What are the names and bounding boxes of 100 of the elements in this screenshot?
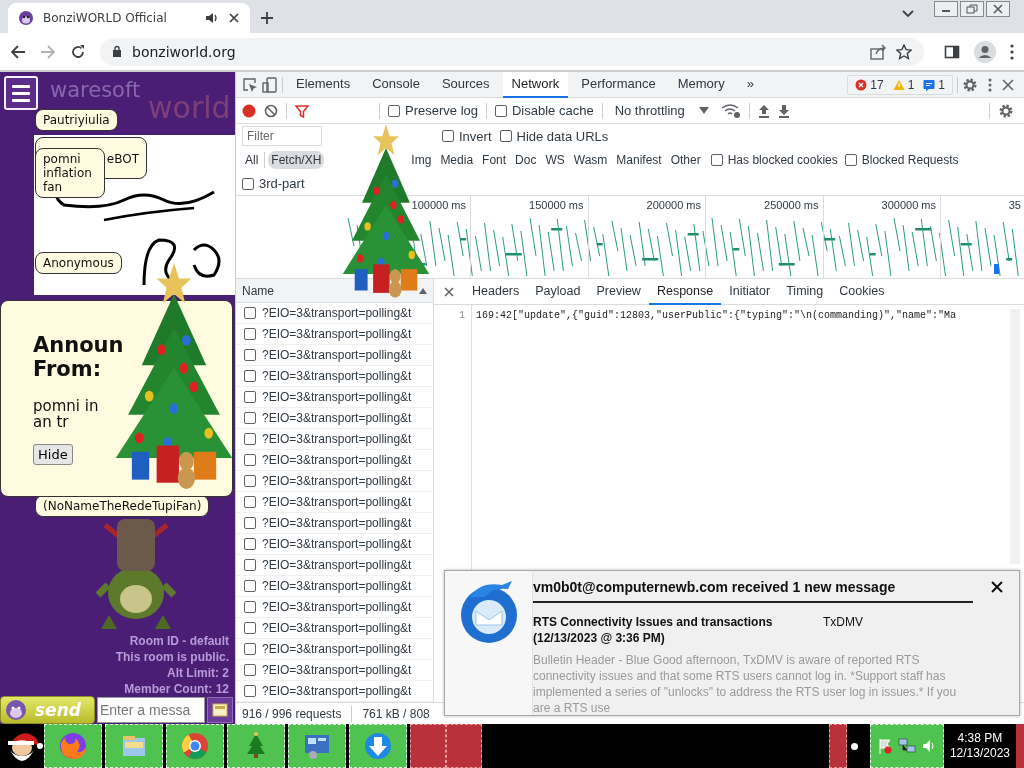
checkbox[interactable] (244, 349, 256, 361)
checkbox[interactable] (499, 130, 512, 142)
request-name[interactable]: ?EIO=3&transport=polling&t (262, 432, 412, 446)
profile-icon[interactable] (974, 40, 996, 63)
filter-input[interactable]: Filter (242, 126, 322, 146)
request-name[interactable]: ?EIO=3&transport=polling&t (262, 495, 412, 509)
panel-tab[interactable]: Console (363, 71, 429, 98)
checkbox[interactable] (244, 475, 256, 487)
share-icon[interactable] (870, 43, 886, 60)
checkbox[interactable] (244, 433, 256, 445)
panel-tab[interactable]: Network (502, 71, 569, 98)
type-filter[interactable]: Wasm (570, 151, 611, 169)
checkbox[interactable] (495, 104, 507, 117)
detail-tab[interactable]: Preview (588, 278, 649, 305)
settings-icon[interactable] (998, 102, 1014, 119)
chevron-down-icon[interactable] (902, 10, 914, 18)
checkbox[interactable] (244, 496, 256, 508)
request-name[interactable]: ?EIO=3&transport=polling&t (262, 684, 412, 698)
image-button[interactable] (207, 697, 233, 723)
throttling-dropdown[interactable]: No throttling (610, 103, 713, 118)
detail-tab[interactable]: Timing (778, 278, 832, 305)
detail-tab[interactable]: Cookies (831, 278, 893, 305)
checkbox-option[interactable]: Has blocked cookies (710, 153, 838, 167)
request-name[interactable]: ?EIO=3&transport=polling&t (262, 600, 412, 614)
sort-up-icon[interactable] (419, 287, 427, 294)
request-name[interactable]: ?EIO=3&transport=polling&t (262, 537, 412, 551)
close-icon[interactable] (228, 12, 240, 24)
reload-icon[interactable] (70, 43, 86, 60)
checkbox[interactable] (244, 601, 256, 613)
request-name[interactable]: ?EIO=3&transport=polling&t (262, 348, 412, 362)
record-icon[interactable] (242, 103, 256, 118)
clear-icon[interactable] (264, 103, 278, 118)
inspect-icon[interactable] (242, 76, 258, 93)
checkbox-option[interactable]: Disable cache (495, 103, 594, 118)
type-filter[interactable]: Doc (512, 151, 540, 169)
flag-icon[interactable] (877, 738, 892, 754)
request-name[interactable]: ?EIO=3&transport=polling&t (262, 558, 412, 572)
request-name[interactable]: ?EIO=3&transport=polling&t (262, 474, 412, 488)
speaker-icon[interactable] (205, 11, 219, 25)
request-name[interactable]: ?EIO=3&transport=polling&t (262, 663, 412, 677)
request-name[interactable]: ?EIO=3&transport=polling&t (262, 453, 412, 467)
close-button[interactable] (986, 1, 1010, 17)
request-name[interactable]: ?EIO=3&transport=polling&t (262, 621, 412, 635)
new-tab-icon[interactable] (260, 11, 274, 25)
more-tabs-button[interactable]: » (737, 71, 763, 98)
panel-tab[interactable]: Elements (287, 71, 360, 98)
checkbox[interactable] (442, 130, 454, 142)
checkbox[interactable] (844, 154, 857, 166)
checkbox[interactable] (244, 643, 256, 655)
request-name[interactable]: ?EIO=3&transport=polling&t (262, 390, 412, 404)
request-name[interactable]: ?EIO=3&transport=polling&t (262, 516, 412, 530)
checkbox[interactable] (244, 307, 256, 319)
panel-tab[interactable]: Sources (432, 71, 499, 98)
detail-tab[interactable]: Initiator (721, 278, 779, 305)
checkbox[interactable] (244, 664, 256, 676)
message-input[interactable]: Enter a messa (97, 697, 205, 723)
star-icon[interactable] (896, 43, 912, 60)
close-icon[interactable] (444, 286, 454, 297)
type-filter[interactable]: Media (437, 151, 477, 169)
request-name[interactable]: ?EIO=3&transport=polling&t (262, 642, 412, 656)
hide-button[interactable]: Hide (33, 444, 73, 465)
checkbox-option[interactable]: Invert (442, 128, 492, 144)
type-filter[interactable]: All (242, 151, 262, 169)
side-panel-icon[interactable] (944, 43, 960, 60)
request-name[interactable]: ?EIO=3&transport=polling&t (262, 411, 412, 425)
filter-icon[interactable] (295, 103, 309, 118)
type-filter[interactable]: Img (408, 151, 435, 169)
checkbox[interactable] (242, 177, 254, 190)
checkbox[interactable] (244, 517, 256, 529)
panel-tab[interactable]: Performance (572, 71, 665, 98)
settings-icon[interactable] (962, 76, 978, 93)
checkbox[interactable] (388, 104, 400, 117)
type-filter[interactable]: Manifest (613, 151, 665, 169)
type-filter[interactable]: Fetch/XH (268, 151, 325, 169)
checkbox[interactable] (244, 370, 256, 382)
network-conditions-icon[interactable] (720, 102, 741, 119)
checkbox-option[interactable]: Blocked Requests (844, 153, 959, 167)
request-name[interactable]: ?EIO=3&transport=polling&t (262, 306, 412, 320)
back-arrow-icon[interactable] (10, 43, 26, 60)
detail-tab[interactable]: Response (648, 278, 722, 305)
minimize-button[interactable] (934, 1, 958, 17)
device-toolbar-icon[interactable] (262, 76, 278, 93)
issues-badges[interactable]: 17 1 1 (847, 74, 953, 95)
panel-tab[interactable]: Memory (668, 71, 734, 98)
close-icon[interactable] (991, 581, 1003, 593)
checkbox[interactable] (710, 154, 723, 166)
address-bar[interactable]: bonziworld.org (100, 37, 924, 66)
type-filter[interactable]: WS (542, 151, 568, 169)
upload-icon[interactable] (757, 103, 770, 118)
checkbox[interactable] (244, 559, 256, 571)
checkbox[interactable] (244, 622, 256, 634)
checkbox[interactable] (244, 538, 256, 550)
taskbar-button[interactable] (828, 724, 847, 768)
restore-button[interactable] (960, 1, 984, 17)
network-icon[interactable] (897, 738, 916, 754)
detail-tab[interactable]: Payload (527, 278, 589, 305)
request-name[interactable]: ?EIO=3&transport=polling&t (262, 369, 412, 383)
checkbox[interactable] (244, 328, 256, 340)
checkbox[interactable] (244, 580, 256, 592)
browser-tab[interactable]: BonziWORLD Official (8, 3, 250, 33)
